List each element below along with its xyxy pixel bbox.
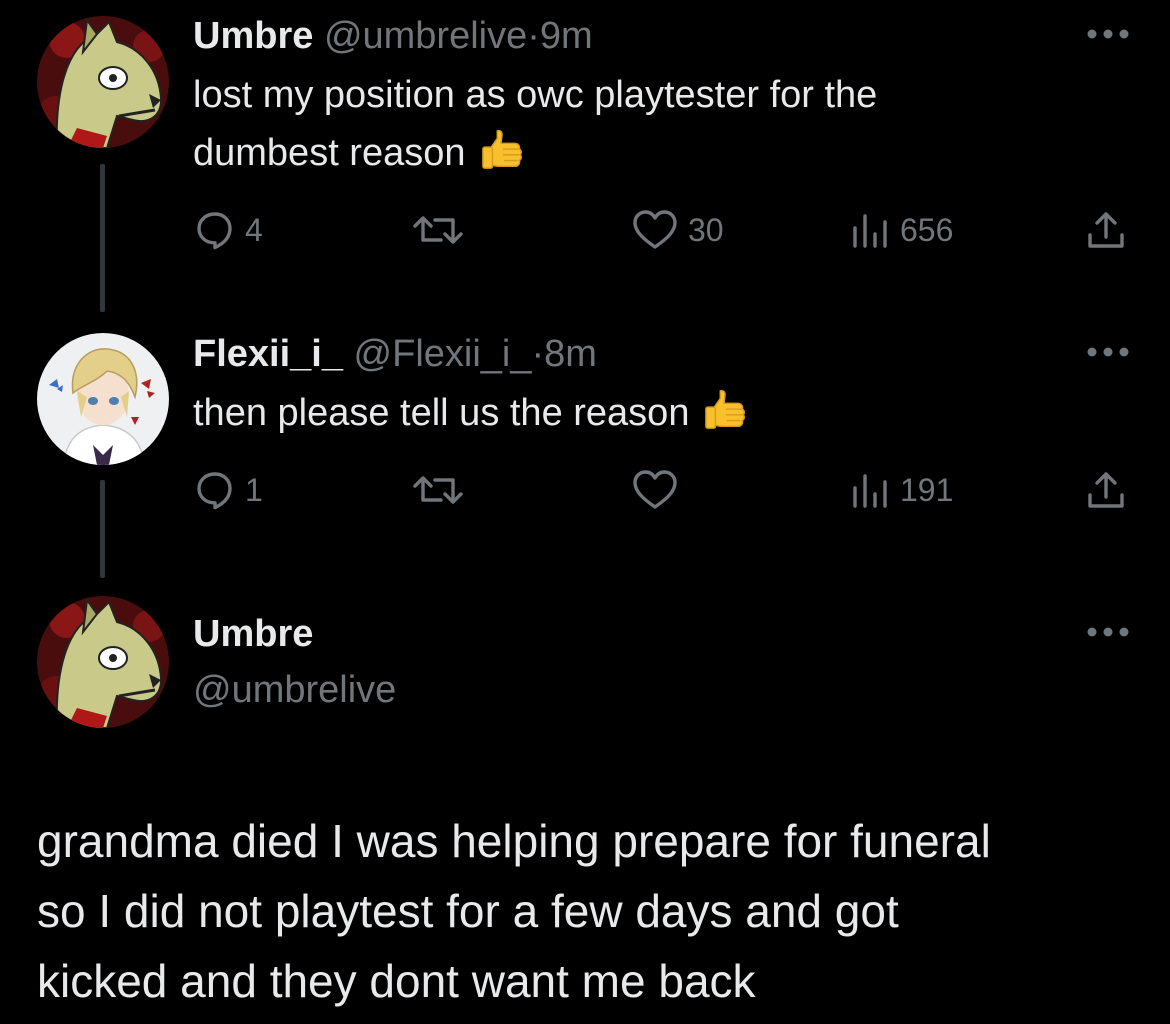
- user-handle[interactable]: @Flexii_i_: [354, 333, 532, 375]
- views-chart-icon: [853, 474, 887, 508]
- tweet-text: then please tell us the reason: [193, 384, 749, 442]
- more-options-icon[interactable]: [1086, 626, 1130, 638]
- wolf-avatar-icon[interactable]: [37, 16, 169, 148]
- user-handle[interactable]: @umbrelive: [193, 668, 396, 712]
- user-handle[interactable]: @umbrelive: [324, 15, 527, 57]
- more-options-icon[interactable]: [1086, 28, 1130, 40]
- tweet-text-line: lost my position as owc playtester for t…: [193, 74, 878, 116]
- separator-dot: ·: [531, 333, 545, 375]
- tweet-time[interactable]: 8m: [544, 333, 597, 375]
- separator-dot: ·: [527, 15, 540, 57]
- thread-line: [100, 164, 105, 312]
- like-count: 30: [688, 211, 724, 248]
- heart-icon: [633, 210, 677, 249]
- display-name[interactable]: Flexii_i_: [193, 333, 343, 375]
- view-count: 656: [900, 211, 954, 248]
- wolf-avatar-icon[interactable]: [37, 596, 169, 728]
- reply-icon: [197, 212, 232, 250]
- retweet-icon: [413, 476, 463, 504]
- like-button[interactable]: [632, 468, 688, 512]
- heart-icon: [633, 470, 677, 509]
- anime-boy-avatar-icon[interactable]: [37, 333, 169, 465]
- views-chart-icon: [853, 214, 887, 248]
- reply-button[interactable]: 1: [195, 468, 263, 512]
- share-icon: [1088, 472, 1124, 508]
- thread-line: [100, 480, 105, 578]
- display-name[interactable]: Umbre: [193, 15, 313, 57]
- retweet-icon: [413, 216, 463, 244]
- views-button[interactable]: 191: [850, 468, 953, 512]
- tweet-text-line: kicked and they dont want me back: [37, 955, 756, 1007]
- tweet-text-line: so I did not playtest for a few days and…: [37, 885, 899, 937]
- tweet-header: Flexii_i_ @Flexii_i_·8m: [193, 332, 597, 376]
- reply-count: 4: [245, 211, 263, 248]
- retweet-button[interactable]: [413, 468, 473, 512]
- more-options-icon[interactable]: [1086, 346, 1130, 358]
- focused-tweet-text: grandma died I was helping prepare for f…: [37, 806, 1137, 1016]
- display-name[interactable]: Umbre: [193, 612, 313, 656]
- tweet-text-line: dumbest reason: [193, 124, 877, 182]
- reply-icon: [197, 472, 232, 510]
- tweet-header: Umbre @umbrelive·9m: [193, 14, 593, 58]
- retweet-button[interactable]: [413, 208, 473, 252]
- tweet-text: lost my position as owc playtester for t…: [193, 66, 877, 182]
- share-button[interactable]: [1085, 468, 1127, 512]
- reply-count: 1: [245, 471, 263, 508]
- view-count: 191: [900, 471, 954, 508]
- tweet-time[interactable]: 9m: [540, 15, 593, 57]
- share-button[interactable]: [1085, 208, 1127, 252]
- tweet-text-line: grandma died I was helping prepare for f…: [37, 815, 991, 867]
- tweet-text-line: then please tell us the reason: [193, 384, 749, 442]
- thumbs-up-emoji-icon: [703, 387, 749, 433]
- like-button[interactable]: 30: [632, 208, 724, 252]
- thumbs-up-emoji-icon: [480, 127, 526, 173]
- reply-button[interactable]: 4: [195, 208, 263, 252]
- views-button[interactable]: 656: [850, 208, 953, 252]
- share-icon: [1088, 212, 1124, 248]
